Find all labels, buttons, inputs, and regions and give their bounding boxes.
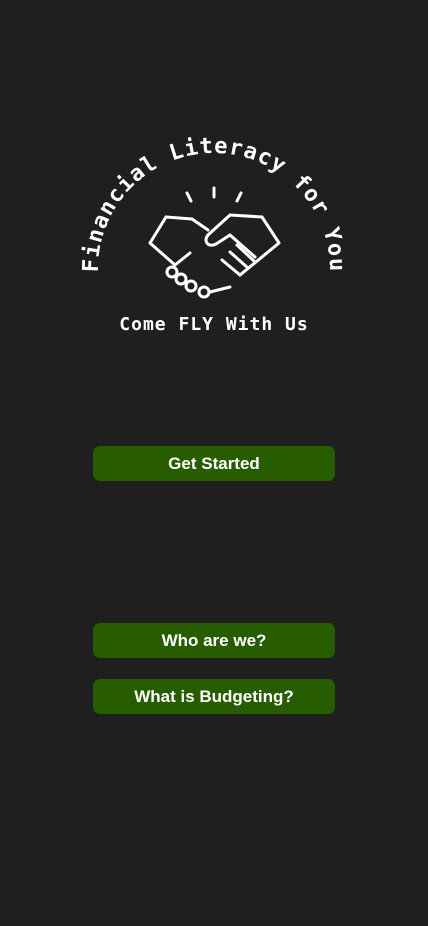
what-is-budgeting-button[interactable]: What is Budgeting? <box>93 679 335 714</box>
logo-arc-text: Financial Literacy for You <box>80 135 348 273</box>
get-started-button[interactable]: Get Started <box>93 446 335 481</box>
logo-tagline: Come FLY With Us <box>119 314 308 335</box>
who-are-we-button[interactable]: Who are we? <box>93 623 335 658</box>
app-logo: Financial Literacy for You Come FLY With… <box>80 135 348 345</box>
handshake-icon <box>148 186 281 299</box>
